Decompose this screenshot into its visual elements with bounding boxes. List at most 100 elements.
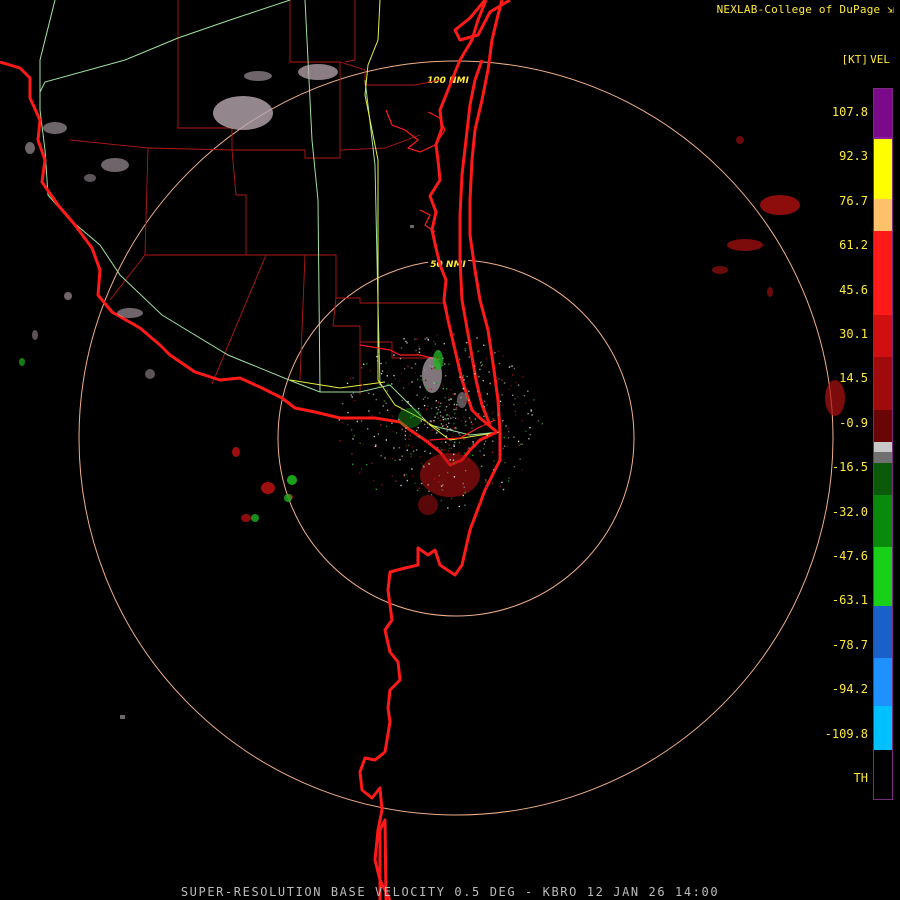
clutter-speck: [391, 422, 393, 424]
clutter-speck: [453, 408, 455, 411]
clutter-speck: [416, 352, 418, 355]
clutter-speck: [461, 437, 463, 439]
clutter-speck: [472, 441, 474, 443]
clutter-speck: [529, 427, 531, 429]
clutter-speck: [406, 479, 408, 482]
legend-value: 92.3: [839, 149, 868, 164]
clutter-speck: [407, 383, 410, 385]
clutter-speck: [443, 449, 445, 451]
clutter-speck: [448, 415, 450, 417]
clutter-speck: [491, 451, 494, 454]
colorbar-segment: [874, 410, 892, 442]
clutter-speck: [462, 494, 464, 497]
clutter-speck: [438, 350, 440, 353]
clutter-speck: [482, 424, 484, 427]
clutter-speck: [519, 458, 521, 460]
clutter-speck: [380, 455, 382, 457]
clutter-speck: [400, 484, 402, 487]
clutter-speck: [350, 394, 352, 396]
clutter-speck: [401, 428, 403, 431]
clutter-speck: [408, 444, 410, 447]
clutter-speck: [424, 396, 426, 398]
clutter-speck: [513, 367, 516, 370]
legend-value: -94.2: [831, 682, 868, 697]
clutter-speck: [373, 435, 376, 438]
clutter-speck: [415, 429, 418, 432]
clutter-speck: [452, 435, 454, 438]
clutter-speck: [453, 453, 455, 456]
clutter-speck: [368, 392, 370, 395]
clutter-speck: [465, 392, 467, 395]
clutter-speck: [447, 471, 449, 474]
clutter-speck: [447, 418, 449, 420]
clutter-speck: [384, 409, 387, 411]
legend-value: 61.2: [839, 238, 868, 253]
clutter-speck: [422, 464, 424, 467]
clutter-speck: [501, 481, 503, 484]
clutter-speck: [381, 484, 383, 486]
clutter-speck: [436, 356, 438, 359]
clutter-speck: [403, 417, 405, 419]
velocity-colorbar: [873, 88, 893, 800]
legend-value: 14.5: [839, 371, 868, 386]
clutter-speck: [468, 417, 471, 419]
clutter-speck: [472, 359, 474, 362]
clutter-speck: [428, 388, 430, 390]
clutter-speck: [391, 383, 393, 385]
clutter-speck: [517, 396, 519, 398]
clutter-speck: [440, 441, 443, 443]
clutter-speck: [376, 355, 378, 358]
clutter-speck: [400, 372, 403, 375]
clutter-speck: [413, 338, 416, 340]
clutter-speck: [436, 411, 439, 414]
clutter-speck: [436, 382, 439, 385]
colorbar-segment: [874, 315, 892, 358]
clutter-speck: [440, 485, 443, 487]
clutter-speck: [459, 434, 461, 436]
radar-returns-red: [232, 136, 845, 522]
clutter-speck: [459, 376, 461, 378]
clutter-speck: [448, 363, 450, 365]
clutter-speck: [479, 450, 481, 452]
clutter-speck: [427, 359, 429, 361]
clutter-speck: [445, 435, 447, 437]
clutter-speck: [439, 411, 441, 413]
clutter-speck: [371, 414, 373, 417]
clutter-speck: [427, 338, 429, 341]
clutter-speck: [513, 436, 515, 438]
clutter-speck: [386, 375, 388, 377]
clutter-speck: [366, 363, 368, 365]
clutter-speck: [430, 494, 433, 496]
clutter-speck: [442, 416, 444, 418]
clutter-speck: [415, 449, 418, 451]
clutter-speck: [442, 385, 444, 387]
clutter-speck: [464, 492, 466, 494]
clutter-speck: [503, 445, 506, 447]
clutter-speck: [458, 505, 460, 508]
clutter-speck: [406, 342, 408, 344]
clutter-speck: [375, 488, 377, 490]
clutter-speck: [408, 467, 411, 469]
clutter-speck: [392, 430, 395, 432]
legend-value: -0.9: [839, 415, 868, 430]
clutter-speck: [476, 390, 479, 393]
clutter-speck: [433, 382, 435, 384]
clutter-speck: [398, 418, 400, 421]
clutter-speck: [481, 364, 484, 366]
clutter-speck: [361, 367, 363, 369]
clutter-speck: [486, 434, 488, 436]
clutter-speck: [483, 454, 485, 456]
clutter-speck: [444, 409, 446, 411]
clutter-speck: [478, 413, 480, 415]
clutter-speck: [471, 423, 473, 425]
clutter-speck: [462, 416, 465, 418]
clutter-speck: [454, 348, 456, 350]
clutter-speck: [450, 388, 452, 391]
clutter-speck: [434, 343, 437, 345]
clutter-speck: [510, 385, 512, 387]
clutter-speck: [412, 415, 414, 417]
clutter-speck: [455, 408, 457, 411]
clutter-speck: [405, 340, 407, 343]
clutter-speck: [498, 362, 501, 365]
clutter-speck: [380, 384, 382, 387]
